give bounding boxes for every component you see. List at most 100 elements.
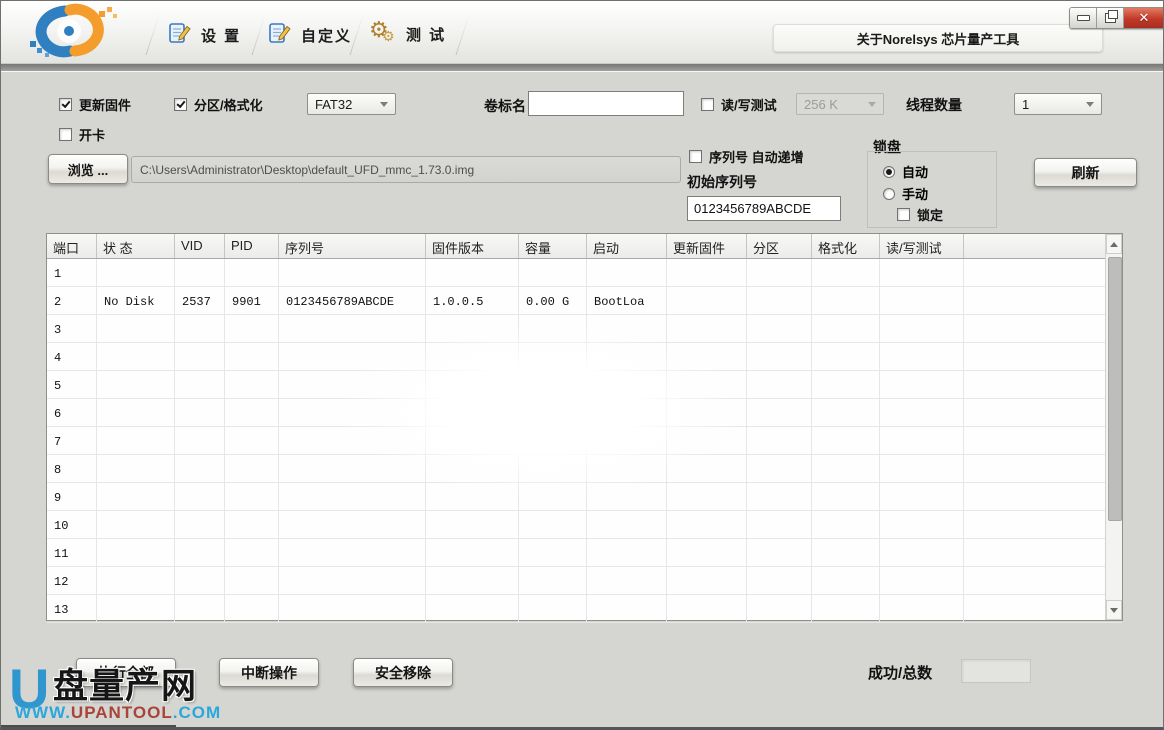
column-header[interactable]: 启动 [587, 234, 667, 258]
table-row[interactable]: 10 [47, 511, 1122, 539]
table-cell: 13 [47, 595, 97, 623]
tab-customize-label: 自定义 [301, 25, 352, 46]
partition-format-checkbox[interactable]: 分区/格式化 [174, 95, 263, 114]
table-cell [225, 483, 279, 511]
column-header[interactable]: 读/写测试 [880, 234, 964, 258]
table-cell [812, 427, 880, 455]
column-header[interactable]: 序列号 [279, 234, 426, 258]
tab-test[interactable]: ⚙⚙ 测 试 [371, 21, 446, 47]
open-card-checkbox[interactable]: 开卡 [59, 125, 105, 144]
checkbox-box [689, 150, 702, 163]
filesystem-select[interactable]: FAT32 [307, 93, 396, 115]
notepad-pencil-icon [168, 21, 192, 50]
table-cell [747, 511, 812, 539]
table-cell [880, 427, 964, 455]
table-cell [97, 595, 175, 623]
scroll-down-button[interactable] [1106, 600, 1122, 620]
upantool-logo-u: U [9, 661, 49, 717]
table-cell [964, 539, 1122, 567]
table-row[interactable]: 13 [47, 595, 1122, 623]
column-header[interactable]: 端口 [47, 234, 97, 258]
column-header[interactable]: 更新固件 [667, 234, 747, 258]
vertical-scrollbar[interactable] [1105, 234, 1122, 620]
table-cell [175, 511, 225, 539]
column-header[interactable]: PID [225, 234, 279, 258]
table-cell: 5 [47, 371, 97, 399]
column-header[interactable]: 固件版本 [426, 234, 519, 258]
table-row[interactable]: 8 [47, 455, 1122, 483]
table-cell [880, 511, 964, 539]
table-cell [225, 371, 279, 399]
radio-circle [883, 166, 895, 178]
close-button[interactable]: ✕ [1124, 8, 1164, 28]
column-header[interactable]: 分区 [747, 234, 812, 258]
table-cell [175, 567, 225, 595]
titlebar-separator [1, 63, 1163, 72]
update-firmware-checkbox[interactable]: 更新固件 [59, 95, 131, 114]
table-row[interactable]: 12 [47, 567, 1122, 595]
table-cell [964, 371, 1122, 399]
restore-button[interactable] [1097, 8, 1124, 28]
table-row[interactable]: 5 [47, 371, 1122, 399]
table-cell [812, 511, 880, 539]
table-cell [812, 595, 880, 623]
refresh-button[interactable]: 刷新 [1034, 158, 1137, 187]
scroll-up-button[interactable] [1106, 234, 1122, 254]
about-button[interactable]: 关于Norelsys 芯片量产工具 [773, 24, 1103, 52]
table-cell [812, 343, 880, 371]
table-cell [812, 455, 880, 483]
column-header[interactable]: 状 态 [97, 234, 175, 258]
table-cell [426, 343, 519, 371]
table-cell [880, 595, 964, 623]
table-cell [175, 259, 225, 287]
table-row[interactable]: 6 [47, 399, 1122, 427]
url-upantool: UPANTOOL [71, 703, 173, 722]
safe-remove-button[interactable]: 安全移除 [353, 658, 453, 687]
rw-test-checkbox[interactable]: 读/写测试 [701, 95, 777, 114]
checkbox-box [897, 208, 910, 221]
table-cell [812, 287, 880, 315]
tab-settings[interactable]: 设 置 [168, 21, 241, 50]
table-cell [667, 343, 747, 371]
table-row[interactable]: 4 [47, 343, 1122, 371]
initial-serial-input[interactable] [687, 196, 841, 221]
table-cell [667, 371, 747, 399]
checkbox-box [59, 98, 72, 111]
table-row[interactable]: 1 [47, 259, 1122, 287]
minimize-button[interactable] [1070, 8, 1097, 28]
table-cell [225, 399, 279, 427]
run-all-button[interactable]: 执行全部 [76, 658, 176, 687]
browse-button[interactable]: 浏览 ... [48, 154, 128, 184]
tab-customize[interactable]: 自定义 [268, 21, 352, 50]
table-row[interactable]: 3 [47, 315, 1122, 343]
table-row[interactable]: 11 [47, 539, 1122, 567]
table-cell [426, 595, 519, 623]
lock-auto-radio[interactable]: 自动 [883, 162, 928, 181]
table-cell [667, 259, 747, 287]
table-cell [519, 595, 587, 623]
column-header[interactable]: 容量 [519, 234, 587, 258]
table-row[interactable]: 9 [47, 483, 1122, 511]
lock-checkbox[interactable]: 锁定 [897, 205, 943, 224]
table-cell [426, 511, 519, 539]
table-cell: 8 [47, 455, 97, 483]
watermark-strip [1, 725, 176, 730]
scrollbar-thumb[interactable] [1108, 257, 1122, 521]
table-cell [97, 315, 175, 343]
tab-settings-label: 设 置 [201, 25, 241, 46]
table-cell [667, 287, 747, 315]
volume-label-input[interactable] [528, 91, 684, 116]
abort-button[interactable]: 中断操作 [219, 658, 319, 687]
thread-count-select[interactable]: 1 [1014, 93, 1102, 115]
lock-manual-radio[interactable]: 手动 [883, 184, 928, 203]
table-row[interactable]: 2No Disk253799010123456789ABCDE1.0.0.50.… [47, 287, 1122, 315]
table-cell [747, 343, 812, 371]
table-cell [175, 315, 225, 343]
table-row[interactable]: 7 [47, 427, 1122, 455]
serial-auto-increment-checkbox[interactable]: 序列号 自动递增 [689, 147, 804, 166]
table-cell: 0123456789ABCDE [279, 287, 426, 315]
table-cell: 1.0.0.5 [426, 287, 519, 315]
table-cell [747, 483, 812, 511]
column-header[interactable]: VID [175, 234, 225, 258]
column-header[interactable]: 格式化 [812, 234, 880, 258]
